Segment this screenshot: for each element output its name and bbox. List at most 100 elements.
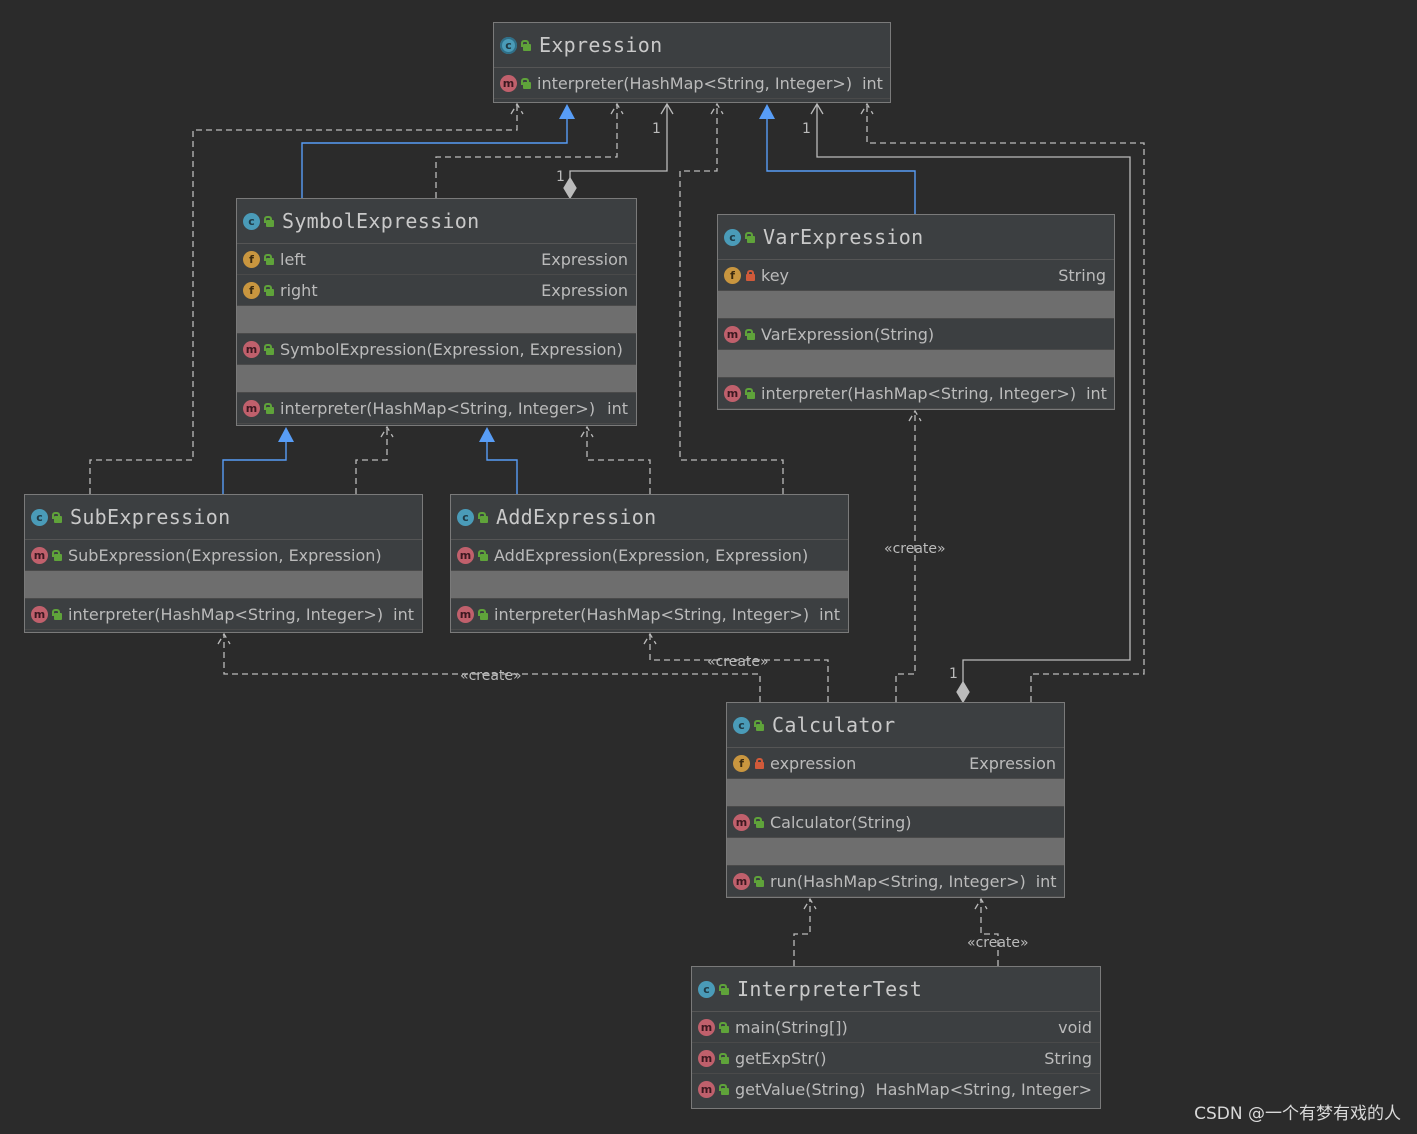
method-row[interactable]: m interpreter(HashMap<String, Integer>) … xyxy=(237,393,636,424)
field-icon: f xyxy=(724,266,741,284)
inherit-symbol-expression xyxy=(301,118,568,198)
class-header: c SubExpression xyxy=(25,495,422,540)
public-lock-icon xyxy=(754,875,764,887)
method-name: interpreter(HashMap<String, Integer>) xyxy=(494,604,810,624)
public-lock-icon xyxy=(478,608,488,620)
method-icon: m xyxy=(733,813,750,831)
public-lock-icon xyxy=(719,1084,729,1095)
dep-add-symbol xyxy=(586,427,651,494)
return-type: int xyxy=(862,73,883,93)
method-name: interpreter(HashMap<String, Integer>) xyxy=(537,73,853,93)
class-header: c Expression xyxy=(494,23,890,68)
public-lock-icon xyxy=(478,511,488,523)
public-lock-icon xyxy=(719,983,729,995)
class-header: c Calculator xyxy=(727,703,1064,748)
inherit-var-expression xyxy=(766,118,916,214)
class-header: c VarExpression xyxy=(718,215,1114,260)
return-type: HashMap<String, Integer> xyxy=(875,1080,1092,1099)
field-row[interactable]: f expression Expression xyxy=(727,748,1064,779)
field-icon: f xyxy=(243,281,260,299)
constructor-name: Calculator(String) xyxy=(770,812,912,832)
public-lock-icon xyxy=(478,549,488,561)
section-separator xyxy=(451,571,848,599)
class-var-expression[interactable]: c VarExpression f key String m VarExpres… xyxy=(717,214,1115,410)
method-icon: m xyxy=(724,384,741,402)
field-row[interactable]: f right Expression xyxy=(237,275,636,306)
class-header: c InterpreterTest xyxy=(692,967,1100,1012)
constructor-row[interactable]: m Calculator(String) xyxy=(727,807,1064,838)
method-row[interactable]: m getValue(String) HashMap<String, Integ… xyxy=(692,1074,1100,1105)
method-row[interactable]: m main(String[]) void xyxy=(692,1012,1100,1043)
section-separator xyxy=(25,571,422,599)
class-name: VarExpression xyxy=(763,225,924,249)
method-name: main(String[]) xyxy=(735,1017,848,1037)
compose-symbol-expression xyxy=(569,104,668,178)
return-type: int xyxy=(607,398,628,418)
class-interpreter-test[interactable]: c InterpreterTest m main(String[]) void … xyxy=(691,966,1101,1109)
public-lock-icon xyxy=(264,253,274,265)
dep-sub-symbol xyxy=(355,427,388,494)
class-icon: c xyxy=(733,716,750,734)
field-row[interactable]: f key String xyxy=(718,260,1114,291)
multiplicity-label: 1 xyxy=(556,169,565,185)
multiplicity-label: 1 xyxy=(652,121,661,137)
method-row[interactable]: m interpreter(HashMap<String, Integer>) … xyxy=(25,599,422,630)
private-lock-icon xyxy=(745,269,755,281)
field-row[interactable]: f left Expression xyxy=(237,244,636,275)
field-icon: f xyxy=(243,250,260,268)
constructor-name: AddExpression(Expression, Expression) xyxy=(494,545,809,565)
field-type: Expression xyxy=(541,249,628,269)
return-type: int xyxy=(1035,871,1057,891)
dep-test-calc xyxy=(793,899,811,966)
class-header: c AddExpression xyxy=(451,495,848,540)
create-label: «create» xyxy=(460,668,522,684)
class-calculator[interactable]: c Calculator f expression Expression m C… xyxy=(726,702,1065,898)
constructor-name: SymbolExpression(Expression, Expression) xyxy=(280,339,623,359)
return-type: void xyxy=(1058,1017,1092,1037)
multiplicity-label: 1 xyxy=(949,666,958,682)
inherit-sub-symbol xyxy=(222,441,287,494)
field-type: Expression xyxy=(969,753,1056,773)
public-lock-icon xyxy=(719,1021,729,1033)
public-lock-icon xyxy=(52,608,62,620)
field-icon: f xyxy=(733,754,750,772)
constructor-row[interactable]: m SubExpression(Expression, Expression) xyxy=(25,540,422,571)
method-row[interactable]: m run(HashMap<String, Integer>) int xyxy=(727,866,1064,897)
method-row[interactable]: m interpreter(HashMap<String, Integer>) … xyxy=(494,68,890,99)
multiplicity-label: 1 xyxy=(802,121,811,137)
section-separator xyxy=(237,306,636,334)
field-name: right xyxy=(280,280,318,300)
constructor-name: VarExpression(String) xyxy=(761,324,935,344)
public-lock-icon xyxy=(264,402,274,414)
public-lock-icon xyxy=(719,1052,729,1064)
section-separator xyxy=(727,779,1064,807)
method-row[interactable]: m interpreter(HashMap<String, Integer>) … xyxy=(451,599,848,630)
method-icon: m xyxy=(457,605,474,623)
class-symbol-expression[interactable]: c SymbolExpression f left Expression f r… xyxy=(236,198,637,426)
abstract-class-icon: c xyxy=(500,36,517,54)
method-icon: m xyxy=(31,605,48,623)
static-method-icon: m xyxy=(698,1018,715,1036)
constructor-row[interactable]: m SymbolExpression(Expression, Expressio… xyxy=(237,334,636,365)
method-row[interactable]: m getExpStr() String xyxy=(692,1043,1100,1074)
constructor-row[interactable]: m AddExpression(Expression, Expression) xyxy=(451,540,848,571)
class-add-expression[interactable]: c AddExpression m AddExpression(Expressi… xyxy=(450,494,849,633)
constructor-row[interactable]: m VarExpression(String) xyxy=(718,319,1114,350)
section-separator xyxy=(237,365,636,393)
section-separator xyxy=(727,838,1064,866)
class-expression[interactable]: c Expression m interpreter(HashMap<Strin… xyxy=(493,22,891,103)
dep-symbol-expression xyxy=(435,104,618,198)
public-lock-icon xyxy=(745,387,755,399)
public-lock-icon xyxy=(745,328,755,340)
public-lock-icon xyxy=(52,511,62,523)
create-test-calc xyxy=(980,899,999,966)
class-sub-expression[interactable]: c SubExpression m SubExpression(Expressi… xyxy=(24,494,423,633)
method-icon: m xyxy=(31,546,48,564)
method-row[interactable]: m interpreter(HashMap<String, Integer>) … xyxy=(718,378,1114,409)
public-lock-icon xyxy=(52,549,62,561)
public-lock-icon xyxy=(745,231,755,243)
watermark: CSDN @一个有梦有戏的人 xyxy=(1194,1104,1401,1124)
return-type: String xyxy=(1044,1048,1092,1068)
method-icon: m xyxy=(243,399,260,417)
private-lock-icon xyxy=(754,757,764,769)
